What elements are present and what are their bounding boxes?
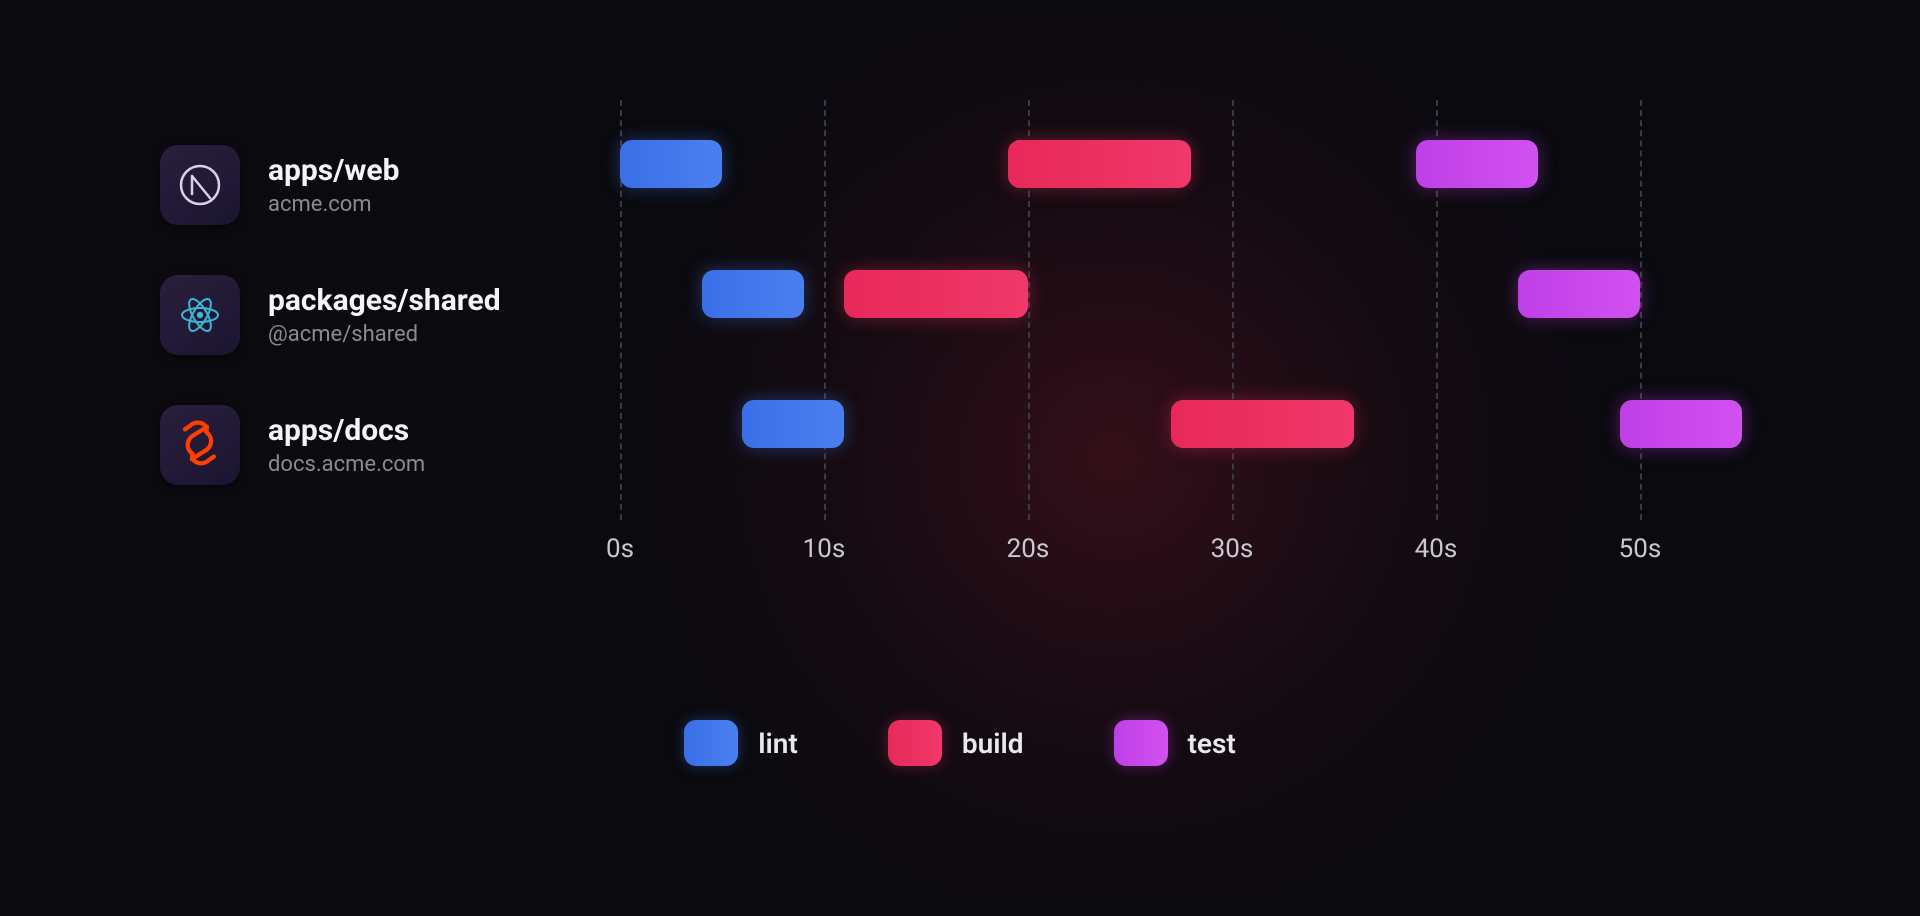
nextjs-icon [160,145,240,225]
legend-item-lint: lint [684,720,798,766]
legend-item-build: build [888,720,1024,766]
svelte-icon [160,405,240,485]
bar-test [1620,400,1742,448]
tick-label: 30s [1211,534,1254,564]
legend: lint build test [0,720,1920,766]
grid-line [824,100,826,520]
task-subtitle: @acme/shared [268,322,501,347]
task-subtitle: acme.com [268,192,399,217]
legend-item-test: test [1114,720,1236,766]
task-subtitle: docs.acme.com [268,452,425,477]
task-title: apps/web [268,153,399,188]
bar-build [844,270,1028,318]
bar-lint [702,270,804,318]
task-title: packages/shared [268,283,501,318]
task-title: apps/docs [268,413,425,448]
legend-label: lint [758,727,798,760]
task-row-shared: packages/shared @acme/shared [160,250,580,380]
legend-label: build [962,727,1024,760]
grid-line [1640,100,1642,520]
swatch-build [888,720,942,766]
legend-label: test [1188,727,1236,760]
bar-build [1008,140,1192,188]
tick-label: 10s [803,534,846,564]
bar-test [1518,270,1640,318]
task-row-web: apps/web acme.com [160,120,580,250]
task-list: apps/web acme.com packages/shared @acme/… [160,120,580,510]
timeline: 0s10s20s30s40s50s [620,100,1740,560]
tick-label: 50s [1619,534,1662,564]
bar-lint [620,140,722,188]
task-row-docs: apps/docs docs.acme.com [160,380,580,510]
bar-build [1171,400,1355,448]
react-icon [160,275,240,355]
grid-line [1232,100,1234,520]
tick-label: 20s [1007,534,1050,564]
tick-label: 40s [1415,534,1458,564]
swatch-test [1114,720,1168,766]
bar-lint [742,400,844,448]
tick-label: 0s [606,534,634,564]
swatch-lint [684,720,738,766]
bar-test [1416,140,1538,188]
